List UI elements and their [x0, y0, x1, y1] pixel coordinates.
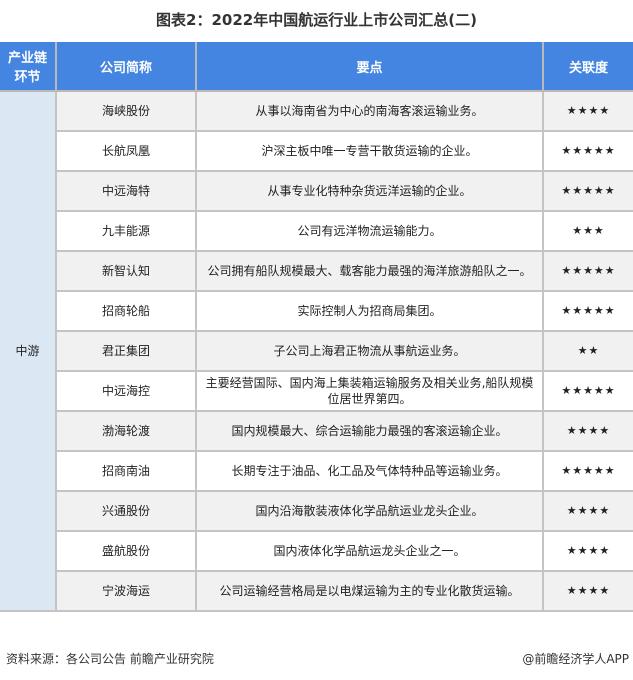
point-cell: 公司拥有船队规模最大、载客能力最强的海洋旅游船队之一。	[195, 250, 544, 292]
relevance-stars: ★★★	[542, 210, 633, 252]
company-cell: 长航凤凰	[55, 130, 197, 172]
point-cell: 从事专业化特种杂货远洋运输的企业。	[195, 170, 544, 212]
table-row: 招商轮船 实际控制人为招商局集团。 ★★★★★	[0, 290, 633, 332]
table-row: 兴通股份 国内沿海散装液体化学品航运业龙头企业。 ★★★★	[0, 490, 633, 532]
relevance-stars: ★★★★	[542, 490, 633, 532]
point-cell: 公司有远洋物流运输能力。	[195, 210, 544, 252]
header-relevance: 关联度	[542, 42, 633, 92]
point-cell: 主要经营国际、国内海上集装箱运输服务及相关业务,船队规模位居世界第四。	[195, 370, 544, 412]
company-cell: 君正集团	[55, 330, 197, 372]
company-cell: 招商南油	[55, 450, 197, 492]
point-cell: 长期专注于油品、化工品及气体特种品等运输业务。	[195, 450, 544, 492]
relevance-stars: ★★★★★	[542, 450, 633, 492]
company-cell: 中远海特	[55, 170, 197, 212]
point-cell: 国内沿海散装液体化学品航运业龙头企业。	[195, 490, 544, 532]
table-row: 中远海特 从事专业化特种杂货远洋运输的企业。 ★★★★★	[0, 170, 633, 212]
company-cell: 新智认知	[55, 250, 197, 292]
table-row: 渤海轮渡 国内规模最大、综合运输能力最强的客滚运输企业。 ★★★★	[0, 410, 633, 452]
company-cell: 九丰能源	[55, 210, 197, 252]
company-cell: 海峡股份	[55, 90, 197, 132]
relevance-stars: ★★★★	[542, 570, 633, 612]
relevance-stars: ★★★★	[542, 530, 633, 572]
table-row: 中远海控 主要经营国际、国内海上集装箱运输服务及相关业务,船队规模位居世界第四。 ★…	[0, 370, 633, 412]
table-row: 君正集团 子公司上海君正物流从事航运业务。 ★★	[0, 330, 633, 372]
point-cell: 公司运输经营格局是以电煤运输为主的专业化散货运输。	[195, 570, 544, 612]
relevance-stars: ★★	[542, 330, 633, 372]
table-row: 宁波海运 公司运输经营格局是以电煤运输为主的专业化散货运输。 ★★★★	[0, 570, 633, 612]
relevance-stars: ★★★★★	[542, 130, 633, 172]
company-cell: 招商轮船	[55, 290, 197, 332]
relevance-stars: ★★★★★	[542, 370, 633, 412]
page-title: 图表2：2022年中国航运行业上市公司汇总(二)	[156, 11, 477, 29]
credit: @前瞻经济学人APP	[522, 652, 629, 666]
table-row: 招商南油 长期专注于油品、化工品及气体特种品等运输业务。 ★★★★★	[0, 450, 633, 492]
segment-cell: 中游	[0, 90, 57, 612]
point-cell: 实际控制人为招商局集团。	[195, 290, 544, 332]
table-row: 盛航股份 国内液体化学品航运龙头企业之一。 ★★★★	[0, 530, 633, 572]
table-row: 中游 海峡股份 从事以海南省为中心的南海客滚运输业务。 ★★★★	[0, 90, 633, 612]
point-cell: 从事以海南省为中心的南海客滚运输业务。	[195, 90, 544, 132]
point-cell: 国内液体化学品航运龙头企业之一。	[195, 530, 544, 572]
relevance-stars: ★★★★	[542, 410, 633, 452]
table-row: 新智认知 公司拥有船队规模最大、载客能力最强的海洋旅游船队之一。 ★★★★★	[0, 250, 633, 292]
header-point: 要点	[195, 42, 544, 92]
relevance-stars: ★★★★★	[542, 250, 633, 292]
relevance-stars: ★★★★★	[542, 170, 633, 212]
header-segment: 产业链环节	[0, 42, 57, 92]
header-company: 公司简称	[55, 42, 197, 92]
company-table: 产业链环节 公司简称 要点 关联度 中游 海峡股份 从事以海南省为中心的南海客滚运输…	[0, 42, 633, 612]
company-cell: 盛航股份	[55, 530, 197, 572]
point-cell: 沪深主板中唯一专营干散货运输的企业。	[195, 130, 544, 172]
relevance-stars: ★★★★	[542, 90, 633, 132]
relevance-stars: ★★★★★	[542, 290, 633, 332]
source-note: 资料来源：各公司公告 前瞻产业研究院	[6, 652, 214, 666]
company-cell: 宁波海运	[55, 570, 197, 612]
point-cell: 国内规模最大、综合运输能力最强的客滚运输企业。	[195, 410, 544, 452]
company-cell: 兴通股份	[55, 490, 197, 532]
company-cell: 中远海控	[55, 370, 197, 412]
table-row: 九丰能源 公司有远洋物流运输能力。 ★★★	[0, 210, 633, 252]
table-row: 长航凤凰 沪深主板中唯一专营干散货运输的企业。 ★★★★★	[0, 130, 633, 172]
point-cell: 子公司上海君正物流从事航运业务。	[195, 330, 544, 372]
table-header: 产业链环节 公司简称 要点 关联度	[0, 42, 633, 92]
company-cell: 渤海轮渡	[55, 410, 197, 452]
